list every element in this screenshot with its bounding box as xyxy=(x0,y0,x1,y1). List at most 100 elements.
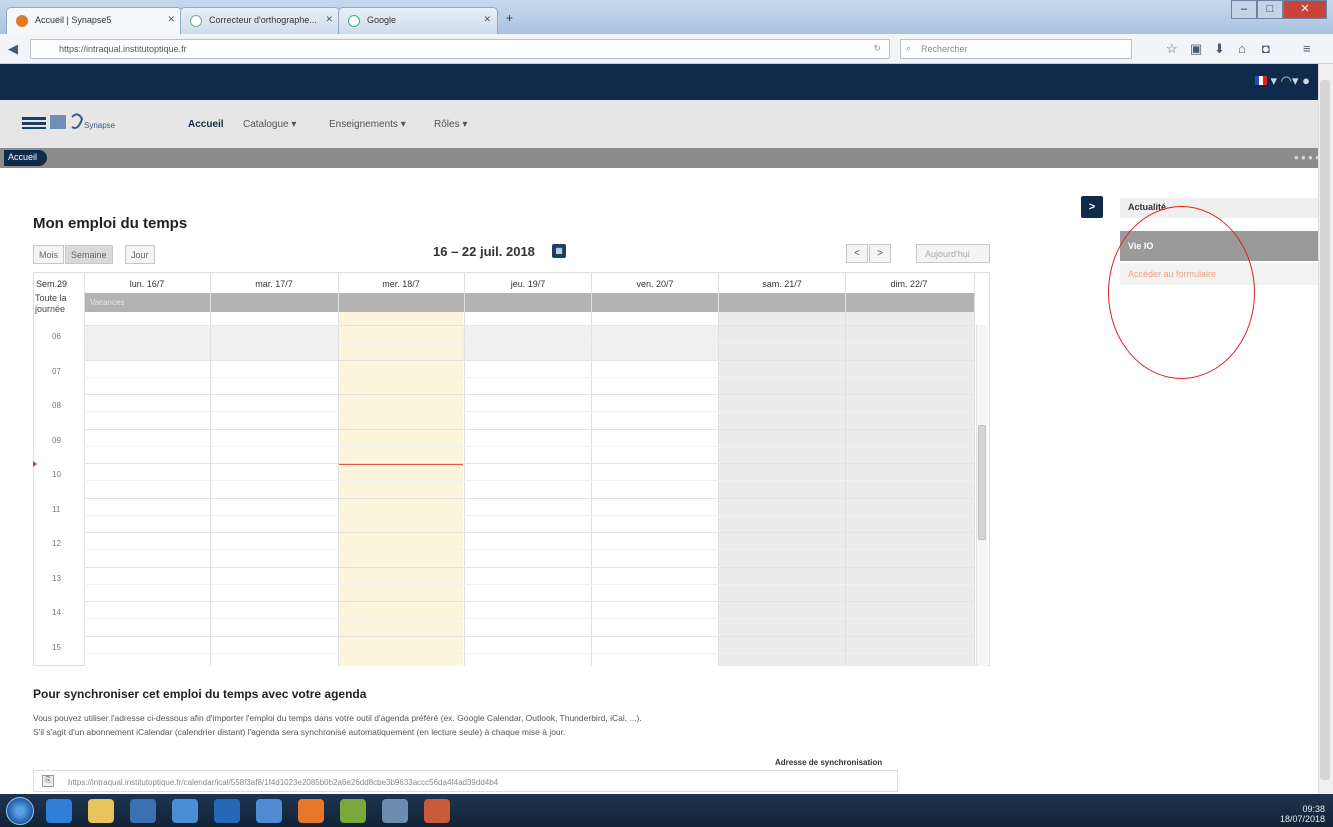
tab-correcteur[interactable]: Correcteur d'orthographe... ✕ xyxy=(180,7,340,34)
sync-address-value[interactable]: https://intraqual.institutoptique.fr/cal… xyxy=(68,778,498,787)
calendar-scrollbar-thumb[interactable] xyxy=(978,425,986,540)
maximize-button[interactable]: □ xyxy=(1257,0,1283,19)
week-number: Sem.29 xyxy=(36,279,68,289)
hour-label: 10 xyxy=(52,470,61,479)
headset-icon[interactable]: ◠▾ xyxy=(1281,73,1299,88)
weekend-columns xyxy=(719,312,974,666)
menu-icon[interactable]: ≡ xyxy=(1303,41,1311,56)
bookmarks-icon[interactable]: ▣ xyxy=(1190,41,1202,57)
sidebar-toggle-button[interactable]: > xyxy=(1081,196,1103,218)
day-header[interactable]: mar. 17/7 xyxy=(211,279,337,289)
day-header[interactable]: lun. 16/7 xyxy=(84,279,210,289)
pictures-icon[interactable] xyxy=(340,799,366,823)
close-window-button[interactable]: ✕ xyxy=(1283,0,1327,19)
menu-catalogue[interactable]: Catalogue ▾ xyxy=(243,119,296,130)
day-header[interactable]: ven. 20/7 xyxy=(592,279,718,289)
settings-icon[interactable] xyxy=(382,799,408,823)
menu-roles[interactable]: Rôles ▾ xyxy=(434,119,467,130)
grid-divider xyxy=(464,272,465,666)
current-time-line xyxy=(339,464,463,465)
half-hour-line xyxy=(84,342,974,344)
sync-title: Pour synchroniser cet emploi du temps av… xyxy=(33,687,367,701)
reload-icon[interactable]: ↻ xyxy=(873,43,881,54)
sync-description-2: S'il s'agit d'un abonnement iCalendar (c… xyxy=(33,727,566,737)
day-header[interactable]: mer. 18/7 xyxy=(338,279,464,289)
language-flag-icon[interactable]: ▾ xyxy=(1254,73,1277,88)
institut-optique-logo[interactable]: Synapse xyxy=(22,109,152,139)
today-button[interactable]: Aujourd'hui xyxy=(916,244,990,263)
half-hour-line xyxy=(84,652,974,654)
day-header[interactable]: dim. 22/7 xyxy=(846,279,972,289)
browser-navbar: ◀ https://intraqual.institutoptique.fr ↻… xyxy=(0,34,1333,64)
current-time-marker xyxy=(33,461,37,467)
half-hour-line xyxy=(84,549,974,551)
word-icon[interactable] xyxy=(214,799,240,823)
breadcrumb[interactable]: Accueil xyxy=(4,150,48,166)
system-tray[interactable]: 09:38 18/07/2018 xyxy=(1280,804,1325,824)
view-day-button[interactable]: Jour xyxy=(125,245,155,264)
day-header[interactable]: sam. 21/7 xyxy=(719,279,845,289)
user-icon[interactable]: ● xyxy=(1302,73,1310,88)
minimize-button[interactable]: – xyxy=(1231,0,1257,19)
view-week-button[interactable]: Semaine xyxy=(65,245,113,264)
powerpoint-icon[interactable] xyxy=(424,799,450,823)
half-hour-line xyxy=(84,618,974,620)
url-text: https://intraqual.institutoptique.fr xyxy=(59,44,187,54)
bookmark-star-icon[interactable]: ☆ xyxy=(1166,41,1178,57)
day-header[interactable]: jeu. 19/7 xyxy=(465,279,591,289)
download-icon[interactable]: ⬇ xyxy=(1214,41,1225,57)
tab-label: Accueil | Synapse5 xyxy=(35,15,112,25)
hour-label: 11 xyxy=(52,504,61,514)
back-icon[interactable]: ◀ xyxy=(8,41,18,57)
synapse-favicon-icon xyxy=(16,15,28,27)
hour-label: 14 xyxy=(52,608,61,617)
pocket-icon[interactable]: ◘ xyxy=(1262,41,1270,56)
url-bar[interactable]: https://intraqual.institutoptique.fr ↻ xyxy=(30,39,890,59)
site-user-tools: ▾ ◠▾ ● xyxy=(1254,73,1310,89)
hour-line xyxy=(84,394,974,395)
close-tab-icon[interactable]: ✕ xyxy=(483,14,491,25)
tab-label: Correcteur d'orthographe... xyxy=(209,15,317,25)
hour-line xyxy=(84,463,974,464)
hour-line xyxy=(84,325,974,326)
copy-icon[interactable]: ⎘ xyxy=(42,775,54,787)
hour-label: 06 xyxy=(52,332,61,341)
close-tab-icon[interactable]: ✕ xyxy=(325,14,333,25)
firefox-icon[interactable] xyxy=(298,799,324,823)
tab-accueil[interactable]: Accueil | Synapse5 ✕ xyxy=(6,7,182,34)
internet-explorer-icon[interactable] xyxy=(46,799,72,823)
hour-label: 07 xyxy=(52,366,61,376)
menu-accueil[interactable]: Accueil xyxy=(188,119,224,130)
date-range: 16 – 22 juil. 2018 xyxy=(433,244,535,259)
media-player-icon[interactable] xyxy=(130,799,156,823)
file-explorer-icon[interactable] xyxy=(88,799,114,823)
red-annotation-circle xyxy=(1108,206,1255,379)
page-scrollbar-thumb[interactable] xyxy=(1320,80,1330,780)
half-hour-line xyxy=(84,445,974,447)
half-hour-line xyxy=(84,480,974,482)
grid-divider xyxy=(845,272,846,666)
half-hour-line xyxy=(84,411,974,413)
view-month-button[interactable]: Mois xyxy=(33,245,65,264)
sync-address-label: Adresse de synchronisation xyxy=(775,758,883,767)
hour-line xyxy=(84,359,974,361)
outlook-icon[interactable] xyxy=(256,799,282,823)
tab-label: Google xyxy=(367,15,397,25)
hour-label: 09 xyxy=(52,435,61,445)
home-icon[interactable]: ⌂ xyxy=(1238,41,1246,56)
svg-text:Synapse: Synapse xyxy=(84,121,116,130)
search-input[interactable]: ⌕ Rechercher xyxy=(900,39,1132,59)
menu-enseignements[interactable]: Enseignements ▾ xyxy=(329,119,406,130)
next-week-button[interactable]: > xyxy=(869,244,891,263)
prev-week-button[interactable]: < xyxy=(846,244,868,263)
close-tab-icon[interactable]: ✕ xyxy=(167,14,175,25)
new-tab-button[interactable]: + xyxy=(506,11,513,25)
hour-line xyxy=(84,601,974,602)
allday-event[interactable] xyxy=(84,293,974,312)
calendar-picker-icon[interactable]: ▦ xyxy=(552,244,566,258)
start-button[interactable] xyxy=(6,797,34,825)
sync-description-1: Vous pouvez utiliser l'adresse ci-dessou… xyxy=(33,713,642,723)
network-icon[interactable] xyxy=(172,799,198,823)
tab-google[interactable]: Google ✕ xyxy=(338,7,498,34)
breadcrumb-bar xyxy=(0,148,1318,168)
